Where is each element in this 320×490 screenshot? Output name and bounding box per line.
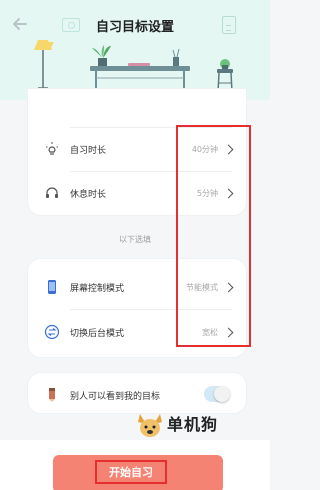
background-switch-label: 切换后台模式 xyxy=(70,328,125,339)
annotation-highlight-box xyxy=(176,125,251,347)
header: 自习目标设置 xyxy=(0,0,270,100)
document-icon[interactable] xyxy=(222,16,236,34)
switch-icon xyxy=(44,324,60,340)
pencil-icon xyxy=(49,388,55,402)
watermark-text: 单机狗 xyxy=(167,415,219,434)
lamp-icon xyxy=(46,142,58,155)
toggle-knob xyxy=(214,386,230,402)
rest-duration-label: 休息时长 xyxy=(70,189,107,200)
visibility-label: 别人可以看到我的目标 xyxy=(70,391,161,402)
headphones-icon xyxy=(46,187,58,198)
study-duration-label: 自习时长 xyxy=(70,145,107,156)
phone-icon xyxy=(48,280,56,294)
visibility-toggle[interactable] xyxy=(204,386,230,402)
screen-control-label: 屏幕控制模式 xyxy=(70,283,125,294)
start-study-label: 开始自习 xyxy=(95,460,167,484)
